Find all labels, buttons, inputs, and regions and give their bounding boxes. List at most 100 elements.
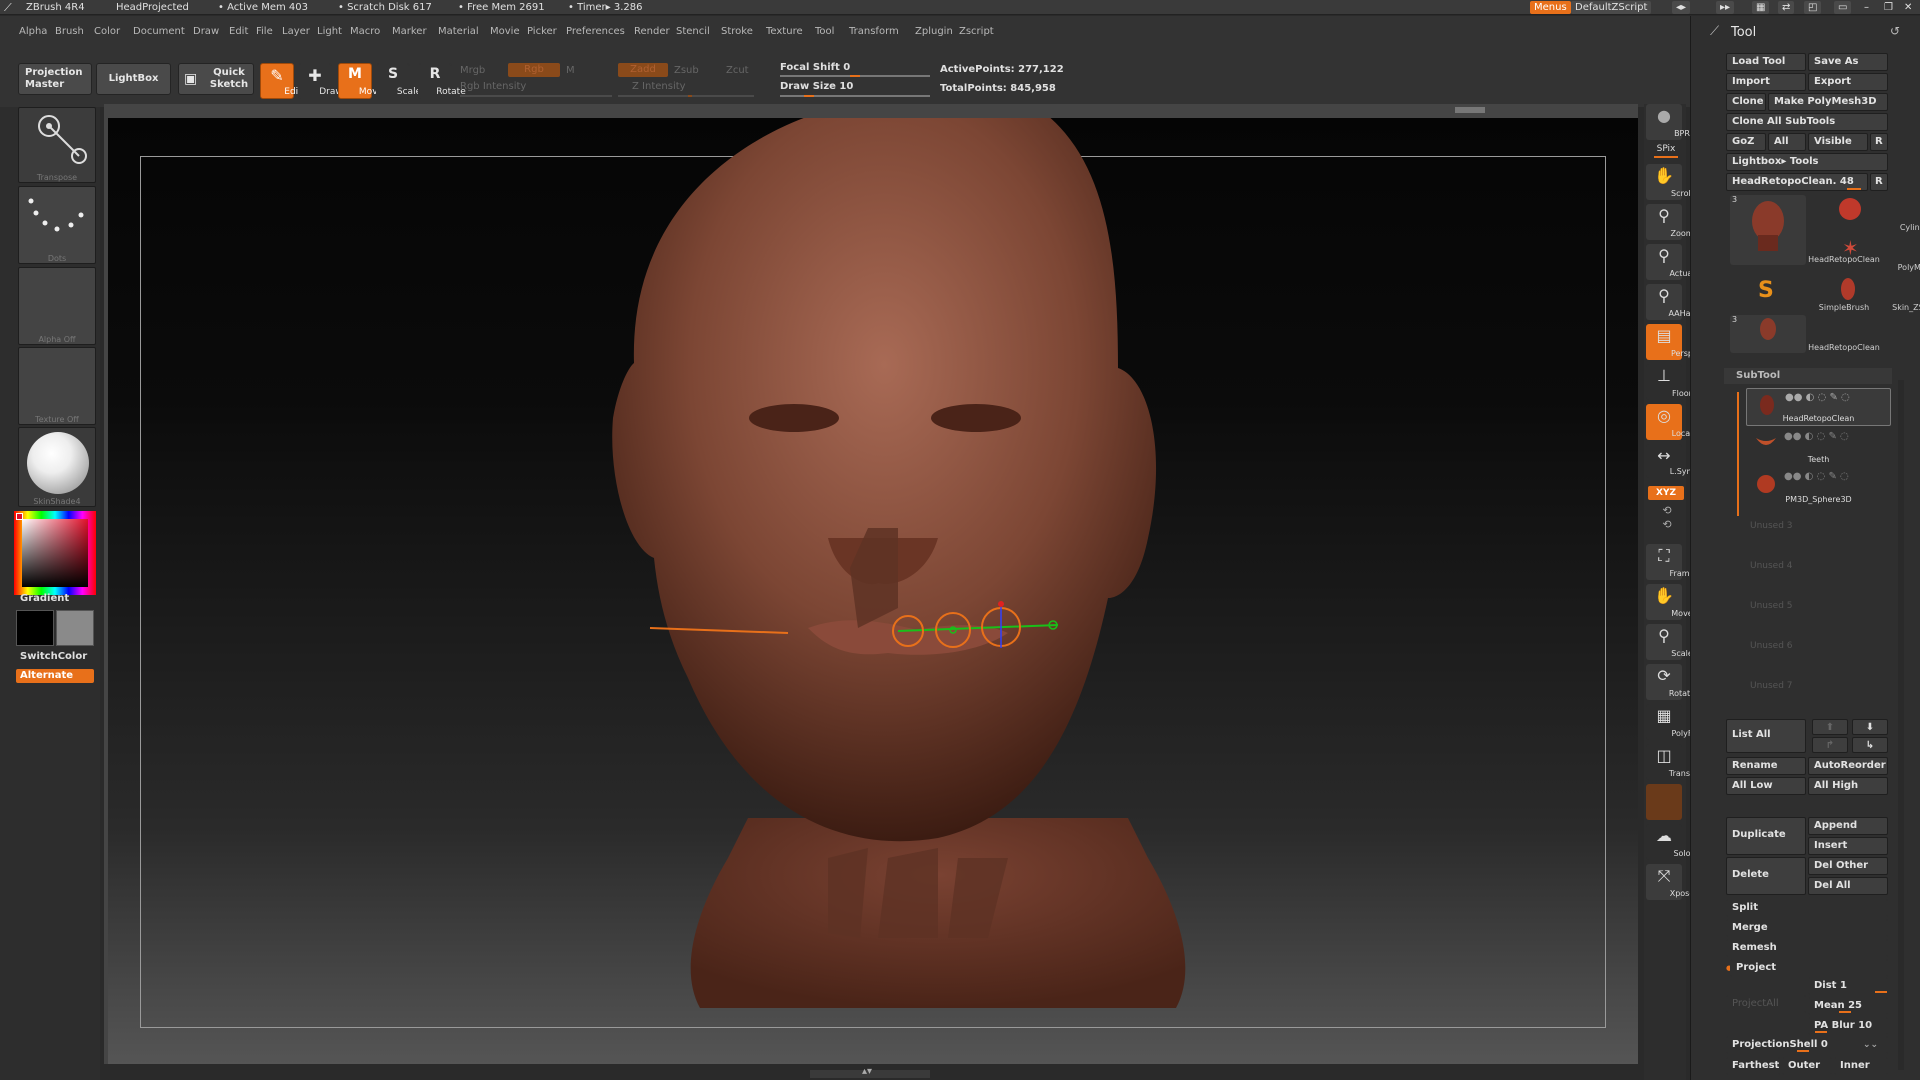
scale-view-button[interactable]: ⚲ Scale [1646, 624, 1693, 660]
aahalf-button[interactable]: ⚲ AAHalf [1646, 284, 1696, 320]
palette-reset-icon[interactable]: ↺ [1890, 24, 1900, 38]
scale-button[interactable]: S Scale [376, 63, 421, 99]
floor-button[interactable]: ⊥ Floor [1646, 364, 1692, 400]
move-down-icon[interactable]: ⬇ [1852, 719, 1888, 735]
scroll-button[interactable]: ✋ Scroll [1646, 164, 1693, 200]
head-model[interactable] [108, 118, 1638, 1064]
gradient-label[interactable]: Gradient [20, 593, 69, 604]
edit-button[interactable]: ✎ Edit [260, 63, 302, 99]
menu-color[interactable]: Color [94, 26, 120, 37]
color-picker-square[interactable] [22, 519, 88, 587]
ghost-button[interactable] [1646, 784, 1682, 820]
inner-button[interactable]: Inner [1834, 1057, 1888, 1075]
close-icon[interactable]: ✕ [1900, 1, 1916, 14]
rotate-view-button[interactable]: ⟳ Rotate [1646, 664, 1695, 700]
solo-button[interactable]: ☁ Solo [1646, 824, 1691, 860]
menu-material[interactable]: Material [438, 26, 479, 37]
m-button[interactable]: M [566, 65, 575, 76]
menu-alpha[interactable]: Alpha [19, 26, 47, 37]
maximize-icon[interactable]: ❐ [1880, 1, 1897, 14]
zoom-button[interactable]: ⚲ Zoom [1646, 204, 1694, 240]
lsym-button[interactable]: ↔ L.Sym [1646, 444, 1694, 478]
pa-blur-slider[interactable]: PA Blur 10 [1808, 1017, 1888, 1035]
delete-button[interactable]: Delete [1726, 857, 1806, 895]
lightbox-tools-button[interactable]: Lightbox▸ Tools [1726, 153, 1888, 171]
rgb-button[interactable]: Rgb [508, 63, 560, 77]
zadd-button[interactable]: Zadd [618, 63, 668, 77]
subtool-visibility-icons[interactable]: ●● ◐ ◌ ✎ ◌ [1784, 431, 1849, 442]
outer-button[interactable]: Outer [1782, 1057, 1832, 1075]
subtool-item-headretopoclean[interactable]: ●● ◐ ◌ ✎ ◌ HeadRetopoClean [1746, 388, 1891, 426]
tool-thumb-polymesh3d[interactable]: ✶ PolyMesh3D [1808, 235, 1920, 273]
primary-color-swatch[interactable] [16, 610, 54, 646]
zcut-button[interactable]: Zcut [726, 65, 749, 76]
draw-size-slider[interactable] [780, 95, 930, 97]
menu-movie[interactable]: Movie [490, 26, 520, 37]
move-button[interactable]: M Move [338, 63, 383, 99]
store-icon[interactable]: ◰ [1804, 1, 1822, 14]
switch-color-button[interactable]: SwitchColor [20, 651, 87, 662]
persp-button[interactable]: ▤ Persp [1646, 324, 1693, 360]
subtool-visibility-icons[interactable]: ●● ◐ ◌ ✎ ◌ [1785, 392, 1850, 403]
import-button[interactable]: Import [1726, 73, 1806, 91]
help-icon[interactable]: ▭ [1834, 1, 1852, 14]
rgb-intensity-slider[interactable] [460, 95, 612, 97]
tool-thumb-cylinder3d[interactable]: Cylinder3D [1808, 195, 1920, 233]
goz-button[interactable]: GoZ [1726, 133, 1766, 151]
remesh-section[interactable]: Remesh [1726, 939, 1888, 957]
menus-button[interactable]: Menus [1530, 1, 1571, 14]
draw-button[interactable]: ✚ Draw [298, 63, 343, 99]
lightbox-button[interactable]: LightBox [96, 63, 171, 95]
tool-thumb-headretopoclean-2[interactable]: 3 HeadRetopoClean [1730, 315, 1880, 353]
local-button[interactable]: ◎ Local [1646, 404, 1692, 440]
material-slot[interactable]: SkinShade4 [18, 427, 96, 507]
all-high-button[interactable]: All High [1808, 777, 1888, 795]
tool-palette-title[interactable]: Tool [1731, 25, 1756, 40]
del-all-button[interactable]: Del All [1808, 877, 1888, 895]
projection-master-button[interactable]: Projection Master [18, 63, 92, 95]
actual-button[interactable]: ⚲ Actual [1646, 244, 1695, 280]
move-top-icon[interactable]: ↱ [1812, 737, 1848, 753]
clone-button[interactable]: Clone [1726, 93, 1766, 111]
goz-r-button[interactable]: R [1870, 133, 1888, 151]
xyz-button[interactable]: XYZ [1648, 486, 1684, 500]
dist-slider[interactable]: Dist 1 [1808, 977, 1888, 995]
current-tool-slider[interactable]: HeadRetopoClean. 48 [1726, 173, 1868, 191]
list-all-button[interactable]: List All [1726, 719, 1806, 753]
menu-brush[interactable]: Brush [55, 26, 84, 37]
goz-all-button[interactable]: All [1768, 133, 1806, 151]
secondary-color-swatch[interactable] [56, 610, 94, 646]
menu-preferences[interactable]: Preferences [566, 26, 625, 37]
spix-slider[interactable]: SPix [1648, 144, 1684, 158]
del-other-button[interactable]: Del Other [1808, 857, 1888, 875]
stroke-slot[interactable]: Dots [18, 186, 96, 264]
duplicate-button[interactable]: Duplicate [1726, 817, 1806, 855]
default-zscript-button[interactable]: DefaultZScript [1571, 1, 1652, 14]
texture-slot[interactable]: Texture Off [18, 347, 96, 425]
palette-scrollbar[interactable] [1898, 380, 1904, 1070]
canvas-viewport[interactable] [108, 118, 1638, 1064]
export-button[interactable]: Export [1808, 73, 1888, 91]
menu-stroke[interactable]: Stroke [721, 26, 753, 37]
tool-thumb-simplebrush[interactable]: S SimpleBrush [1730, 275, 1869, 313]
z-intensity-slider[interactable] [618, 95, 754, 97]
xpose-button[interactable]: ⤧ Xpose [1646, 864, 1694, 900]
subtool-item-sphere[interactable]: ●● ◐ ◌ ✎ ◌ PM3D_Sphere3D [1746, 468, 1891, 506]
palette-pin-icon[interactable]: ⟋ [1710, 24, 1719, 39]
visible-button[interactable]: Visible [1808, 133, 1868, 151]
menu-picker[interactable]: Picker [527, 26, 557, 37]
mean-slider[interactable]: Mean 25 [1808, 997, 1888, 1015]
insert-button[interactable]: Insert [1808, 837, 1888, 855]
menu-macro[interactable]: Macro [350, 26, 380, 37]
zbrush-logo-icon[interactable]: ⟋ [4, 0, 12, 15]
tool-thumb-skin-zsphere[interactable]: Skin_ZSphere1 [1808, 275, 1920, 313]
menu-layer[interactable]: Layer [282, 26, 310, 37]
layout-toggle-icon[interactable]: ◂▸ [1672, 1, 1691, 14]
subtool-header[interactable]: SubTool [1724, 368, 1892, 384]
transp-button[interactable]: ◫ Transp [1646, 744, 1695, 780]
subtool-scrollbar[interactable] [1737, 392, 1739, 516]
all-low-button[interactable]: All Low [1726, 777, 1806, 795]
frame-button[interactable]: ⛶ Frame [1646, 544, 1694, 580]
polyf-button[interactable]: ▦ PolyF [1646, 704, 1693, 740]
bpr-button[interactable]: ● BPR [1646, 104, 1690, 140]
